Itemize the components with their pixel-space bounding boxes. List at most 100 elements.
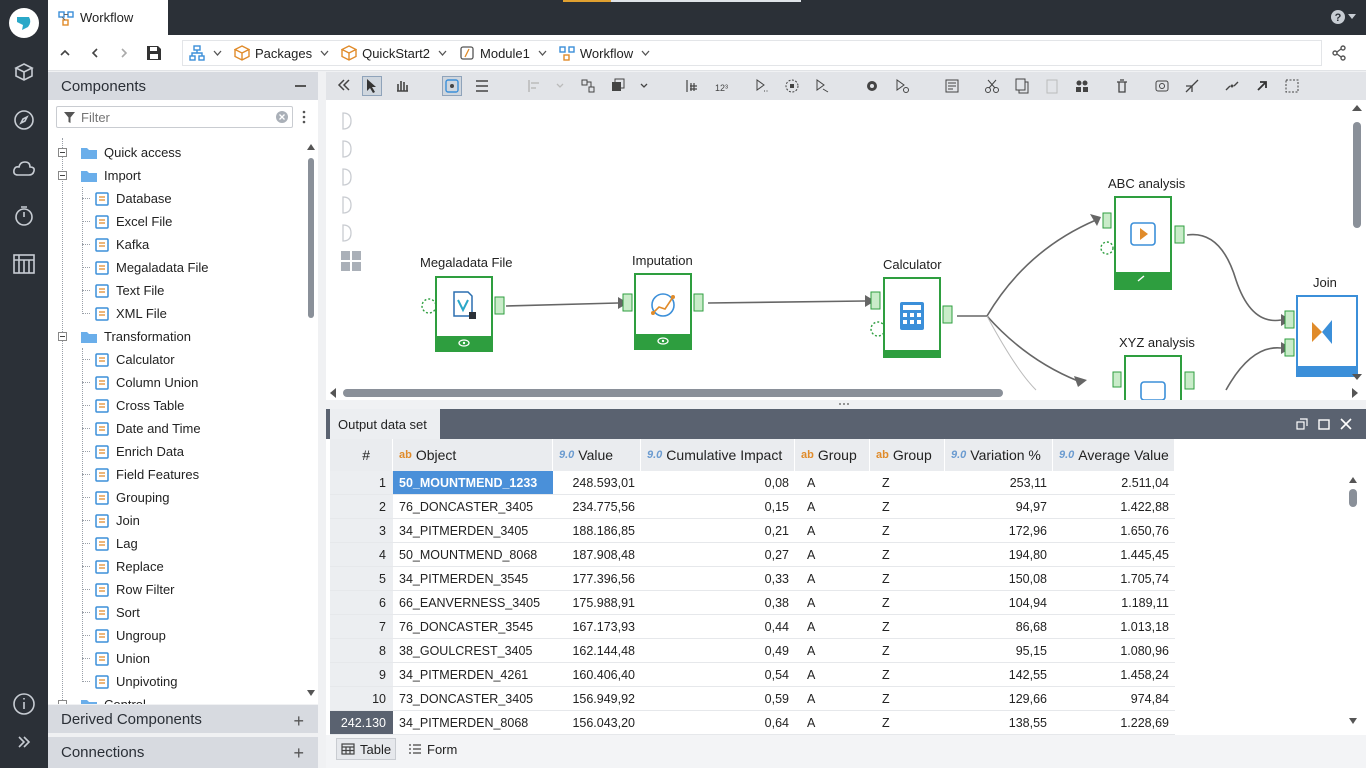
tree-group-import[interactable]: Import bbox=[58, 164, 141, 187]
tree-item-megaladata-file[interactable]: Megaladata File bbox=[82, 256, 209, 279]
column-header[interactable]: 9.0 Cumulative Impact bbox=[641, 439, 795, 471]
table-cell[interactable]: 0,44 bbox=[641, 615, 795, 639]
align-icon[interactable] bbox=[524, 76, 544, 96]
delete-icon[interactable] bbox=[1112, 76, 1132, 96]
table-cell[interactable]: A bbox=[795, 495, 870, 519]
forward-button[interactable] bbox=[115, 44, 133, 62]
tree-item-column-union[interactable]: Column Union bbox=[82, 371, 198, 394]
table-view-icon[interactable] bbox=[10, 250, 38, 278]
table-cell[interactable]: Z bbox=[870, 711, 945, 735]
table-cell[interactable]: Z bbox=[870, 615, 945, 639]
compass-icon[interactable] bbox=[10, 106, 38, 134]
breadcrumb-module1[interactable]: Module1 bbox=[459, 45, 547, 61]
paste-icon[interactable] bbox=[1042, 76, 1062, 96]
tree-group-quick-access[interactable]: Quick access bbox=[58, 141, 181, 164]
column-header[interactable]: 9.0 Average Value bbox=[1053, 439, 1175, 471]
pan-hand-icon[interactable] bbox=[392, 76, 412, 96]
table-cell[interactable]: 0,15 bbox=[641, 495, 795, 519]
tree-item-join[interactable]: Join bbox=[82, 509, 140, 532]
table-cell[interactable]: 0,54 bbox=[641, 663, 795, 687]
help-menu-button[interactable]: ? bbox=[1330, 9, 1356, 25]
table-cell[interactable]: 974,84 bbox=[1053, 687, 1175, 711]
table-cell[interactable]: 50_MOUNTMEND_1233 bbox=[393, 471, 553, 495]
settings-icon[interactable] bbox=[862, 76, 882, 96]
table-cell[interactable]: Z bbox=[870, 471, 945, 495]
tree-item-lag[interactable]: Lag bbox=[82, 532, 138, 555]
table-cell[interactable]: 34_PITMERDEN_8068 bbox=[393, 711, 553, 735]
table-cell[interactable]: 188.186,85 bbox=[553, 519, 641, 543]
cloud-icon[interactable] bbox=[10, 155, 38, 183]
table-cell[interactable]: 0,27 bbox=[641, 543, 795, 567]
table-cell[interactable]: 194,80 bbox=[945, 543, 1053, 567]
tree-group-transformation[interactable]: Transformation bbox=[58, 325, 191, 348]
disconnect-icon[interactable] bbox=[1222, 76, 1242, 96]
table-cell[interactable]: 1.189,11 bbox=[1053, 591, 1175, 615]
collapse-icon[interactable] bbox=[295, 85, 306, 87]
tree-item-database[interactable]: Database bbox=[82, 187, 172, 210]
column-header[interactable]: ab Object bbox=[393, 439, 553, 471]
workflow-tab[interactable]: Workflow bbox=[48, 0, 168, 35]
tree-item-date-and-time[interactable]: Date and Time bbox=[82, 417, 201, 440]
table-cell[interactable]: A bbox=[795, 639, 870, 663]
table-cell[interactable]: Z bbox=[870, 639, 945, 663]
column-header[interactable]: 9.0 Value bbox=[553, 439, 641, 471]
node-abc-analysis[interactable] bbox=[1115, 197, 1171, 289]
numbering-icon[interactable]: 12³ bbox=[712, 76, 732, 96]
expand-rail-icon[interactable] bbox=[10, 728, 38, 756]
node-view-icon[interactable] bbox=[442, 76, 462, 96]
breadcrumb-quickstart2[interactable]: QuickStart2 bbox=[341, 45, 447, 61]
table-cell[interactable]: A bbox=[795, 687, 870, 711]
components-header[interactable]: Components bbox=[48, 72, 318, 100]
table-cell[interactable]: Z bbox=[870, 591, 945, 615]
breadcrumb-workflow[interactable]: Workflow bbox=[559, 45, 650, 61]
table-cell[interactable]: 138,55 bbox=[945, 711, 1053, 735]
clear-icon[interactable] bbox=[276, 111, 288, 123]
group-nodes-icon[interactable] bbox=[578, 76, 598, 96]
table-cell[interactable]: 1.705,74 bbox=[1053, 567, 1175, 591]
tree-item-grouping[interactable]: Grouping bbox=[82, 486, 169, 509]
cut-icon[interactable] bbox=[982, 76, 1002, 96]
column-header[interactable]: # bbox=[330, 439, 393, 471]
table-cell[interactable]: 1.445,45 bbox=[1053, 543, 1175, 567]
select-pointer-icon[interactable] bbox=[362, 76, 382, 96]
tree-item-excel-file[interactable]: Excel File bbox=[82, 210, 172, 233]
table-cell[interactable]: 142,55 bbox=[945, 663, 1053, 687]
undock-icon[interactable] bbox=[1296, 418, 1308, 430]
column-header[interactable]: 9.0 Variation % bbox=[945, 439, 1053, 471]
table-cell[interactable]: 2.511,04 bbox=[1053, 471, 1175, 495]
table-cell[interactable]: Z bbox=[870, 567, 945, 591]
table-cell[interactable]: 38_GOULCREST_3405 bbox=[393, 639, 553, 663]
stop-icon[interactable] bbox=[782, 76, 802, 96]
grid-scrollbar[interactable] bbox=[1347, 473, 1359, 735]
run-to-icon[interactable] bbox=[752, 76, 772, 96]
table-cell[interactable]: 156.949,92 bbox=[553, 687, 641, 711]
tree-item-replace[interactable]: Replace bbox=[82, 555, 164, 578]
table-cell[interactable]: 253,11 bbox=[945, 471, 1053, 495]
copy-icon[interactable] bbox=[1012, 76, 1032, 96]
collapse-toggle-icon[interactable] bbox=[58, 148, 68, 157]
table-cell[interactable]: 0,33 bbox=[641, 567, 795, 591]
table-cell[interactable]: 234.775,56 bbox=[553, 495, 641, 519]
table-cell[interactable]: 0,21 bbox=[641, 519, 795, 543]
users-icon[interactable] bbox=[1072, 76, 1092, 96]
table-cell[interactable]: A bbox=[795, 471, 870, 495]
node-imputation[interactable] bbox=[635, 274, 691, 349]
form-view-tab[interactable]: Form bbox=[404, 738, 461, 760]
table-cell[interactable]: 50_MOUNTMEND_8068 bbox=[393, 543, 553, 567]
list-view-icon[interactable] bbox=[472, 76, 492, 96]
tree-item-unpivoting[interactable]: Unpivoting bbox=[82, 670, 177, 693]
collapse-toggle-icon[interactable] bbox=[58, 332, 68, 341]
info-icon[interactable] bbox=[10, 690, 38, 718]
timer-icon[interactable] bbox=[10, 202, 38, 230]
tree-item-union[interactable]: Union bbox=[82, 647, 150, 670]
run-config-icon[interactable] bbox=[892, 76, 912, 96]
table-cell[interactable]: 177.396,56 bbox=[553, 567, 641, 591]
table-cell[interactable]: 34_PITMERDEN_3545 bbox=[393, 567, 553, 591]
table-cell[interactable]: A bbox=[795, 711, 870, 735]
table-cell[interactable]: 66_EANVERNESS_3405 bbox=[393, 591, 553, 615]
workflow-canvas[interactable]: Megaladata File Imputation Calculator AB… bbox=[326, 100, 1366, 400]
run-selected-icon[interactable] bbox=[812, 76, 832, 96]
table-cell[interactable]: 1.228,69 bbox=[1053, 711, 1175, 735]
node-join[interactable] bbox=[1297, 296, 1357, 376]
share-button[interactable] bbox=[1330, 44, 1348, 62]
